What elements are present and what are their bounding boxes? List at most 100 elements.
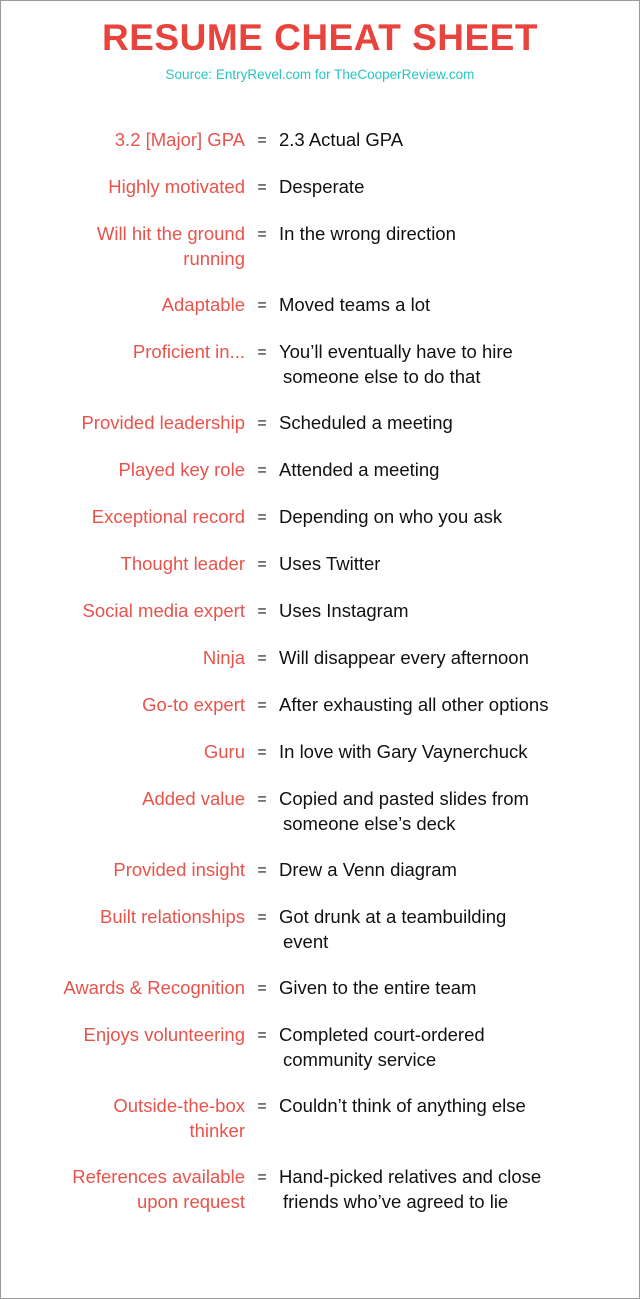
resume-cheat-sheet-page: RESUME CHEAT SHEET Source: EntryRevel.co… <box>0 0 640 1299</box>
row-term: Adaptable <box>161 294 245 315</box>
cheat-sheet-row: Will hit the ground running = In the wrong… <box>1 221 639 271</box>
row-meaning-line: Uses Instagram <box>279 600 409 621</box>
row-meaning-line: Depending on who you ask <box>279 506 503 527</box>
equals-sign: = <box>257 744 267 761</box>
cheat-sheet-row: Thought leader = Uses Twitter <box>1 551 639 577</box>
row-meaning: Couldn’t think of anything else <box>279 1093 639 1118</box>
row-meaning: In love with Gary Vaynerchuck <box>279 739 639 764</box>
row-meaning-line: Attended a meeting <box>279 459 440 480</box>
row-term: Guru <box>203 741 245 762</box>
row-meaning: Scheduled a meeting <box>279 410 639 435</box>
equals-sign: = <box>257 697 267 714</box>
cheat-sheet-row: Played key role = Attended a meeting <box>1 457 639 483</box>
equals-sign: = <box>257 226 267 243</box>
row-meaning-line: Copied and pasted slides from <box>279 788 529 809</box>
row-term: Outside-the-box thinker <box>113 1095 245 1141</box>
equals-sign: = <box>257 980 267 997</box>
row-meaning: Completed court-ordered community service <box>279 1022 639 1072</box>
row-term: Provided leadership <box>81 412 245 433</box>
equals-sign: = <box>257 909 267 926</box>
row-meaning: Moved teams a lot <box>279 292 639 317</box>
row-meaning-line: Uses Twitter <box>279 553 381 574</box>
row-term: Thought leader <box>120 553 245 574</box>
cheat-sheet-row: Awards & Recognition = Given to the entire… <box>1 975 639 1001</box>
row-term: Proficient in... <box>132 341 245 362</box>
row-meaning: Copied and pasted slides from someone els… <box>279 786 639 836</box>
row-meaning: Depending on who you ask <box>279 504 639 529</box>
row-meaning-line: 2.3 Actual GPA <box>279 129 404 150</box>
row-meaning-line: In the wrong direction <box>279 223 456 244</box>
cheat-sheet-row: Adaptable = Moved teams a lot <box>1 292 639 318</box>
row-meaning-line: Will disappear every afternoon <box>279 647 529 668</box>
row-term: Ninja <box>202 647 245 668</box>
equals-sign: = <box>257 603 267 620</box>
row-term: Will hit the ground running <box>96 223 245 269</box>
row-meaning-line: You’ll eventually have to hire <box>279 341 513 362</box>
cheat-sheet-row: Highly motivated = Desperate <box>1 174 639 200</box>
equals-sign: = <box>257 462 267 479</box>
cheat-sheet-row: Provided insight = Drew a Venn diagram <box>1 857 639 883</box>
row-term: Exceptional record <box>91 506 245 527</box>
equals-sign: = <box>257 1169 267 1186</box>
row-term: Built relationships <box>100 906 245 927</box>
equals-sign: = <box>257 415 267 432</box>
row-term: Enjoys volunteering <box>83 1024 245 1045</box>
cheat-sheet-row: 3.2 [Major] GPA = 2.3 Actual GPA <box>1 127 639 153</box>
row-meaning-line: Completed court-ordered <box>279 1024 485 1045</box>
row-meaning-line: Got drunk at a teambuilding <box>279 906 507 927</box>
row-meaning: Desperate <box>279 174 639 199</box>
equals-sign: = <box>257 132 267 149</box>
row-meaning: Drew a Venn diagram <box>279 857 639 882</box>
cheat-sheet-row: Guru = In love with Gary Vaynerchuck <box>1 739 639 765</box>
row-term: Awards & Recognition <box>63 977 245 998</box>
row-meaning: Got drunk at a teambuilding event <box>279 904 639 954</box>
row-meaning-line: After exhausting all other options <box>279 694 549 715</box>
row-meaning-line: Couldn’t think of anything else <box>279 1095 526 1116</box>
cheat-sheet-row: Social media expert = Uses Instagram <box>1 598 639 624</box>
row-meaning-line: someone else to do that <box>283 366 481 387</box>
row-meaning-line: event <box>283 931 329 952</box>
row-term: Social media expert <box>82 600 245 621</box>
row-term: Highly motivated <box>108 176 245 197</box>
row-term: 3.2 [Major] GPA <box>114 129 245 150</box>
cheat-sheet-row: Ninja = Will disappear every afternoon <box>1 645 639 671</box>
cheat-sheet-row: Exceptional record = Depending on who you … <box>1 504 639 530</box>
equals-sign: = <box>257 1027 267 1044</box>
cheat-sheet-row: Built relationships = Got drunk at a teamb… <box>1 904 639 954</box>
cheat-sheet-row: Enjoys volunteering = Completed court-orde… <box>1 1022 639 1072</box>
equals-sign: = <box>257 650 267 667</box>
equals-sign: = <box>257 862 267 879</box>
row-meaning: Will disappear every afternoon <box>279 645 639 670</box>
equals-sign: = <box>257 297 267 314</box>
equals-sign: = <box>257 509 267 526</box>
row-meaning-line: Desperate <box>279 176 365 197</box>
equals-sign: = <box>257 1098 267 1115</box>
row-term: Played key role <box>118 459 245 480</box>
page-header: RESUME CHEAT SHEET Source: EntryRevel.co… <box>1 1 639 83</box>
equals-sign: = <box>257 791 267 808</box>
row-meaning: Uses Instagram <box>279 598 639 623</box>
row-meaning-line: Scheduled a meeting <box>279 412 453 433</box>
row-meaning-line: Drew a Venn diagram <box>279 859 457 880</box>
row-meaning-line: someone else’s deck <box>283 813 456 834</box>
row-term: Go-to expert <box>142 694 245 715</box>
row-term: Added value <box>142 788 245 809</box>
row-meaning: Given to the entire team <box>279 975 639 1000</box>
row-meaning-line: In love with Gary Vaynerchuck <box>279 741 528 762</box>
row-meaning-line: community service <box>283 1049 437 1070</box>
cheat-sheet-row: Go-to expert = After exhausting all other … <box>1 692 639 718</box>
cheat-sheet-row: Added value = Copied and pasted slides fro… <box>1 786 639 836</box>
cheat-sheet-row: Proficient in... = You’ll eventually have … <box>1 339 639 389</box>
equals-sign: = <box>257 179 267 196</box>
row-meaning-line: friends who’ve agreed to lie <box>283 1191 509 1212</box>
cheat-sheet-row: References available upon request = Hand-p… <box>1 1164 639 1214</box>
row-meaning-line: Moved teams a lot <box>279 294 431 315</box>
equals-sign: = <box>257 344 267 361</box>
row-meaning: In the wrong direction <box>279 221 639 246</box>
cheat-sheet-row: Provided leadership = Scheduled a meeting <box>1 410 639 436</box>
row-meaning: 2.3 Actual GPA <box>279 127 639 152</box>
source-attribution: Source: EntryRevel.com for TheCooperRevi… <box>165 67 475 82</box>
row-meaning-line: Given to the entire team <box>279 977 477 998</box>
row-meaning: Uses Twitter <box>279 551 639 576</box>
row-meaning: After exhausting all other options <box>279 692 639 717</box>
